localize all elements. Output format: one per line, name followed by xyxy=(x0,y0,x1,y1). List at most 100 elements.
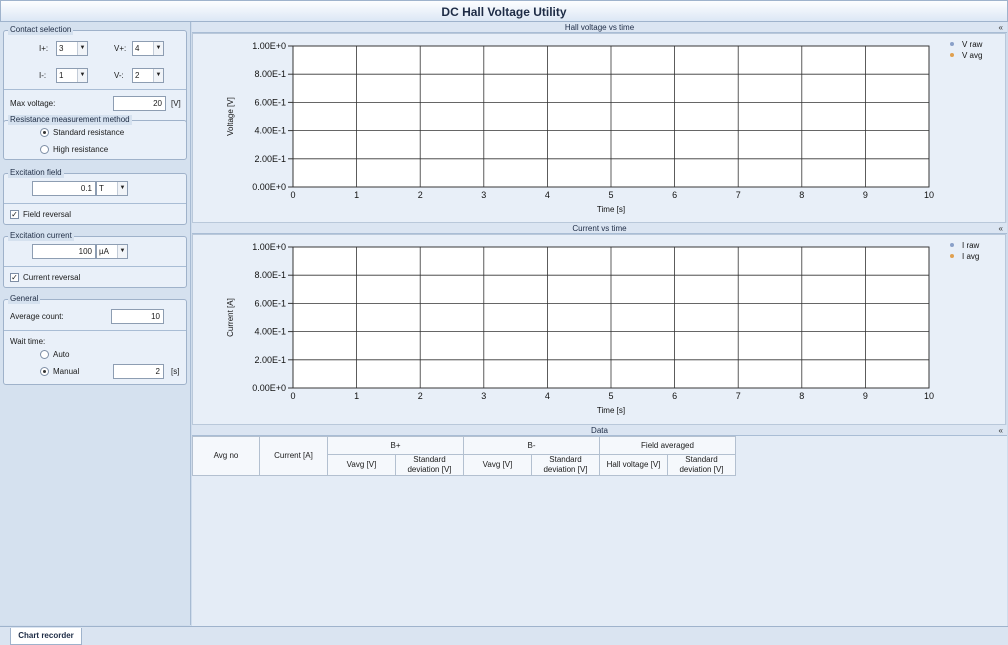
standard-resistance-radio[interactable] xyxy=(40,128,49,137)
standard-resistance-label: Standard resistance xyxy=(53,128,125,137)
collapse-icon[interactable]: « xyxy=(999,223,1003,234)
divider xyxy=(4,89,186,90)
excitation-field-input[interactable]: 0.1 xyxy=(32,181,96,196)
column-header-b-plus-vavg[interactable]: Vavg [V] xyxy=(327,454,396,476)
resistance-method-group: Resistance measurement method Standard r… xyxy=(3,115,187,160)
current-unit-value: µA xyxy=(99,247,109,256)
x-tick-label: 3 xyxy=(481,190,486,200)
x-tick-label: 9 xyxy=(863,190,868,200)
x-tick-label: 10 xyxy=(924,391,934,401)
x-tick-label: 4 xyxy=(545,391,550,401)
contact-selection-group: Contact selection I+: 3 ▼ V+: 4 ▼ I-: 1 ▼ V… xyxy=(3,25,187,126)
x-tick-label: 3 xyxy=(481,391,486,401)
v-minus-select[interactable]: 2 ▼ xyxy=(132,68,164,83)
group-header-field-averaged: Field averaged xyxy=(599,436,736,455)
group-header-b-minus: B- xyxy=(463,436,600,455)
legend-label: V raw xyxy=(962,40,983,49)
high-resistance-radio[interactable] xyxy=(40,145,49,154)
current-unit-select[interactable]: µA ▼ xyxy=(96,244,128,259)
legend-marker xyxy=(950,254,954,258)
y-tick-label: 2.00E-1 xyxy=(254,355,286,365)
v-minus-value: 2 xyxy=(135,71,140,80)
current-chart: 0 1 2 3 4 5 6 7 8 9 10 0.00E+0 2.00E-1 4.00E-1 6.00E-1… xyxy=(226,241,980,415)
data-panel-title: Data xyxy=(591,426,608,435)
wait-time-unit: [s] xyxy=(171,367,180,376)
x-tick-label: 6 xyxy=(672,190,677,200)
x-tick-label: 4 xyxy=(545,190,550,200)
i-plus-label: I+: xyxy=(39,44,49,53)
x-tick-label: 0 xyxy=(290,391,295,401)
field-reversal-label: Field reversal xyxy=(23,210,72,219)
settings-panel: Contact selection I+: 3 ▼ V+: 4 ▼ I-: 1 ▼ V… xyxy=(0,22,191,625)
wait-auto-radio[interactable] xyxy=(40,350,49,359)
i-minus-select[interactable]: 1 ▼ xyxy=(56,68,88,83)
collapse-icon[interactable]: « xyxy=(999,425,1003,436)
i-minus-value: 1 xyxy=(59,71,64,80)
data-table: Avg no Current [A] B+ B- Field averaged … xyxy=(192,436,736,476)
x-tick-label: 8 xyxy=(799,391,804,401)
average-count-input[interactable]: 10 xyxy=(111,309,164,324)
collapse-icon[interactable]: « xyxy=(999,22,1003,33)
x-tick-label: 1 xyxy=(354,190,359,200)
column-label: Avg no xyxy=(213,451,239,460)
data-panel: Avg no Current [A] B+ B- Field averaged … xyxy=(192,436,1007,626)
excitation-field-title: Excitation field xyxy=(8,168,64,178)
column-header-b-plus-std[interactable]: Standard deviation [V] xyxy=(395,454,464,476)
hall-voltage-chart: 0 1 2 3 4 5 6 7 8 9 10 0.00E+0 2.00E-1 4.00E-1 6.00E-1… xyxy=(226,40,983,214)
wait-time-input[interactable]: 2 xyxy=(113,364,164,379)
x-tick-label: 7 xyxy=(736,391,741,401)
general-title: General xyxy=(8,294,41,304)
data-panel-header: Data « xyxy=(192,425,1007,436)
y-tick-label: 1.00E+0 xyxy=(252,41,286,51)
y-tick-label: 1.00E+0 xyxy=(252,242,286,252)
y-tick-label: 4.00E-1 xyxy=(254,126,286,136)
column-header-b-minus-std[interactable]: Standard deviation [V] xyxy=(531,454,600,476)
chevron-down-icon: ▼ xyxy=(117,245,127,258)
field-reversal-checkbox[interactable]: ✓ xyxy=(10,210,19,219)
chevron-down-icon: ▼ xyxy=(153,42,163,55)
y-tick-label: 0.00E+0 xyxy=(252,182,286,192)
x-tick-label: 9 xyxy=(863,391,868,401)
general-group: General Average count: 10 Wait time: Aut… xyxy=(3,294,187,385)
hall-voltage-chart-title: Hall voltage vs time xyxy=(564,23,635,32)
excitation-current-group: Excitation current 100 µA ▼ ✓ Current rev… xyxy=(3,231,187,288)
legend-marker xyxy=(950,53,954,57)
tab-chart-recorder[interactable]: Chart recorder xyxy=(10,628,82,645)
x-tick-label: 1 xyxy=(354,391,359,401)
divider xyxy=(4,330,186,331)
max-voltage-input[interactable]: 20 xyxy=(113,96,166,111)
wait-manual-label: Manual xyxy=(53,367,80,376)
y-axis-label: Voltage [V] xyxy=(226,97,235,136)
column-header-b-minus-vavg[interactable]: Vavg [V] xyxy=(463,454,532,476)
y-tick-label: 2.00E-1 xyxy=(254,154,286,164)
i-plus-value: 3 xyxy=(59,44,64,53)
column-header-current[interactable]: Current [A] xyxy=(259,436,328,476)
legend-marker xyxy=(950,243,954,247)
y-tick-label: 8.00E-1 xyxy=(254,270,286,280)
divider xyxy=(4,266,186,267)
tab-bar: Chart recorder xyxy=(0,626,1008,645)
current-reversal-label: Current reversal xyxy=(23,273,81,282)
y-tick-label: 0.00E+0 xyxy=(252,383,286,393)
y-tick-label: 8.00E-1 xyxy=(254,69,286,79)
x-tick-label: 2 xyxy=(418,190,423,200)
field-unit-select[interactable]: T ▼ xyxy=(96,181,128,196)
x-tick-label: 8 xyxy=(799,190,804,200)
x-tick-label: 0 xyxy=(290,190,295,200)
column-header-fa-std[interactable]: Standard deviation [V] xyxy=(667,454,736,476)
column-header-hall-voltage[interactable]: Hall voltage [V] xyxy=(599,454,668,476)
y-tick-label: 6.00E-1 xyxy=(254,97,286,107)
column-header-avg-no[interactable]: Avg no xyxy=(192,436,260,476)
current-chart-header: Current vs time « xyxy=(192,223,1007,234)
v-plus-select[interactable]: 4 ▼ xyxy=(132,41,164,56)
average-count-label: Average count: xyxy=(10,312,64,321)
current-chart-panel: 0 1 2 3 4 5 6 7 8 9 10 0.00E+0 2.00E-1 4.00E-1 6.00E-1… xyxy=(192,234,1006,425)
v-plus-value: 4 xyxy=(135,44,140,53)
wait-auto-label: Auto xyxy=(53,350,70,359)
current-reversal-checkbox[interactable]: ✓ xyxy=(10,273,19,282)
i-plus-select[interactable]: 3 ▼ xyxy=(56,41,88,56)
excitation-current-input[interactable]: 100 xyxy=(32,244,96,259)
hall-voltage-chart-header: Hall voltage vs time « xyxy=(192,22,1007,33)
wait-manual-radio[interactable] xyxy=(40,367,49,376)
x-axis-label: Time [s] xyxy=(597,205,625,214)
